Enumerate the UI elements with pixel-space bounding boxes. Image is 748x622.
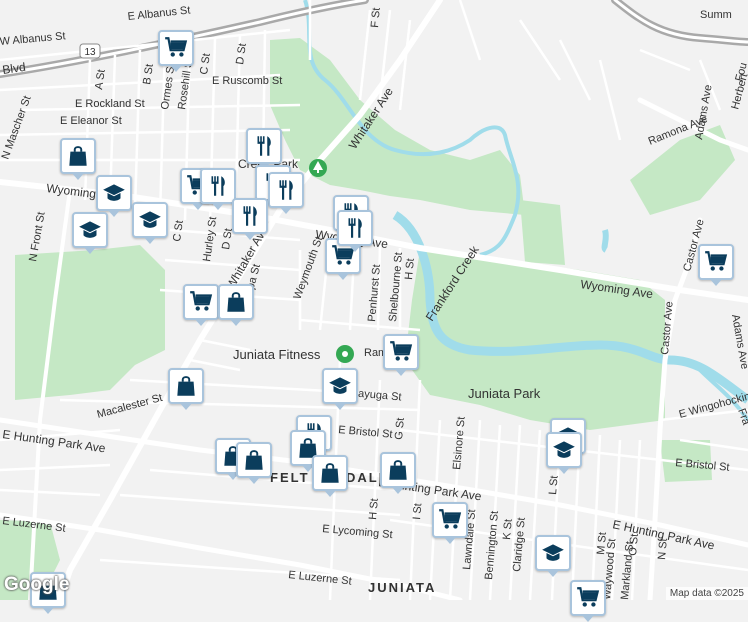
map-marker[interactable] [312,455,348,497]
map-marker[interactable] [158,30,194,72]
street-label: F St [369,7,383,28]
shopping-bag-icon [65,143,91,169]
grocery-cart-icon [188,289,214,315]
map-marker[interactable] [246,128,282,170]
juniata-fitness-label: Juniata Fitness [233,347,321,362]
fitness-pin-icon [336,345,354,363]
shopping-bag-icon [241,447,267,473]
school-icon [101,180,127,206]
street-label: I St [411,503,424,520]
restaurant-icon [273,177,299,203]
street-label: L St [547,475,561,495]
map-marker[interactable] [380,452,416,494]
map-marker[interactable] [322,368,358,410]
street-label: G St [393,417,407,440]
shopping-bag-icon [317,460,343,486]
school-icon [540,540,566,566]
map-canvas[interactable]: 13 E Albanus St W Albanus St Blvd E Rusc… [0,0,748,600]
school-icon [327,373,353,399]
grocery-cart-icon [388,339,414,365]
map-marker[interactable] [383,334,419,376]
map-marker[interactable] [96,175,132,217]
map-marker[interactable] [200,168,236,210]
school-icon [137,207,163,233]
street-label: E Ruscomb St [212,75,282,87]
grocery-cart-icon [575,585,601,611]
map-marker[interactable] [535,535,571,577]
juniata-park-label: Juniata Park [468,386,541,401]
map-attribution[interactable]: Map data ©2025 [665,587,748,600]
street-label: K St [501,518,515,540]
restaurant-icon [237,203,263,229]
map-marker[interactable] [132,202,168,244]
map-marker[interactable] [337,210,373,252]
juniata-label: JUNIATA [368,580,436,595]
map-marker[interactable] [268,172,304,214]
street-label: N St [656,538,670,560]
route-13-shield: 13 [79,43,101,59]
grocery-cart-icon [703,249,729,275]
park-creek-edge [520,200,565,265]
street-label: E Rockland St [75,98,145,110]
map-marker[interactable] [570,580,606,622]
map-marker[interactable] [72,212,108,254]
felton-label: FELT [270,470,310,485]
east-pond [601,229,609,253]
map-marker[interactable] [546,432,582,474]
shopping-bag-icon [223,289,249,315]
google-logo: Google [4,574,70,595]
school-icon [77,217,103,243]
school-icon [551,437,577,463]
shopping-bag-icon [385,457,411,483]
street-label: H St [403,258,417,280]
map-marker[interactable] [60,138,96,180]
route-13-label: 13 [84,47,96,58]
street-label: E Eleanor St [60,115,122,127]
map-marker[interactable] [218,284,254,326]
restaurant-icon [251,133,277,159]
shopping-bag-icon [173,373,199,399]
park-tree-icon [309,159,327,177]
restaurant-icon [342,215,368,241]
map-marker[interactable] [168,368,204,410]
grocery-cart-icon [163,35,189,61]
street-label: Summ [700,9,732,21]
street-label: H St [367,498,381,520]
restaurant-icon [205,173,231,199]
grocery-cart-icon [437,507,463,533]
map-marker[interactable] [232,198,268,240]
map-marker[interactable] [183,284,219,326]
map-marker[interactable] [236,442,272,484]
map-marker[interactable] [432,502,468,544]
map-marker[interactable] [698,244,734,286]
